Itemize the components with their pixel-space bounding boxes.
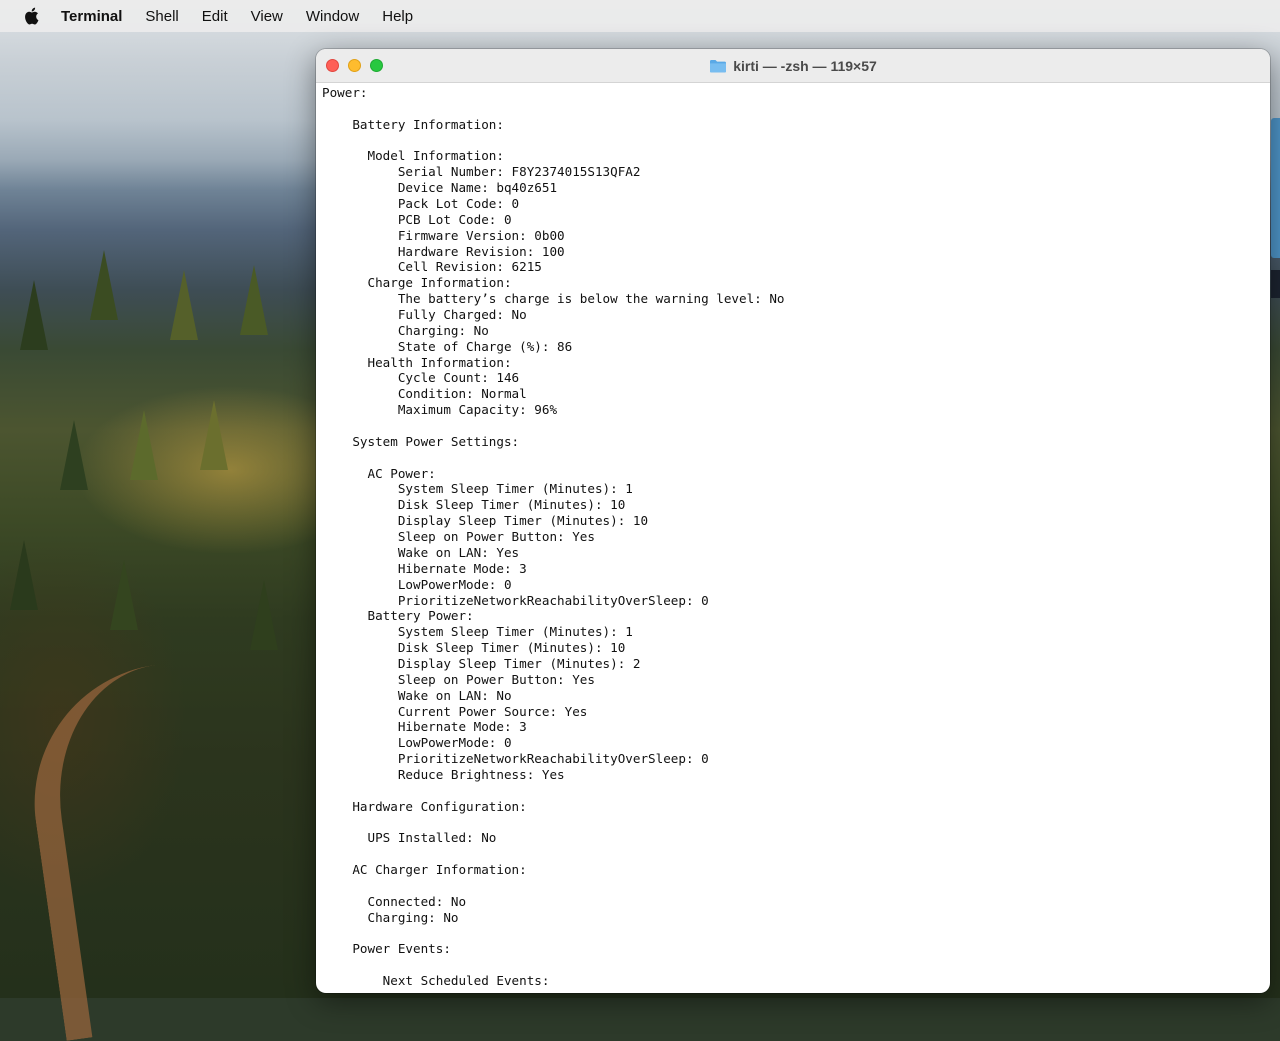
terminal-line: LowPowerMode: 0 xyxy=(322,735,512,751)
menu-view[interactable]: View xyxy=(251,8,283,25)
terminal-line: Hibernate Mode: 3 xyxy=(322,560,527,576)
terminal-line: Power Events: xyxy=(322,941,451,957)
menu-window[interactable]: Window xyxy=(306,8,359,25)
terminal-line: Charge Information: xyxy=(322,275,512,291)
terminal-line: Power: xyxy=(322,85,368,100)
terminal-line: Model Information: xyxy=(322,148,504,164)
wallpaper-tree xyxy=(130,410,158,480)
terminal-line: Firmware Version: 0b00 xyxy=(322,227,565,243)
terminal-window[interactable]: kirti — -zsh — 119×57 Power: Battery Inf… xyxy=(316,49,1270,993)
wallpaper-tree xyxy=(240,265,268,335)
terminal-line: AC Charger Information: xyxy=(322,862,527,878)
terminal-line: Hibernate Mode: 3 xyxy=(322,719,527,735)
terminal-line: Display Sleep Timer (Minutes): 2 xyxy=(322,655,641,671)
wallpaper-tree xyxy=(60,420,88,490)
background-window-edge[interactable] xyxy=(1271,118,1280,258)
wallpaper-tree xyxy=(170,270,198,340)
menu-edit[interactable]: Edit xyxy=(202,8,228,25)
terminal-line: System Sleep Timer (Minutes): 1 xyxy=(322,624,633,640)
terminal-line: System Power Settings: xyxy=(322,433,520,449)
folder-icon xyxy=(709,59,727,73)
terminal-output[interactable]: Power: Battery Information: Model Inform… xyxy=(316,83,1270,989)
terminal-line: Maximum Capacity: 96% xyxy=(322,402,558,418)
terminal-line: Serial Number: F8Y2374015S13QFA2 xyxy=(322,164,641,180)
terminal-line: State of Charge (%): 86 xyxy=(322,338,573,354)
terminal-line: Disk Sleep Timer (Minutes): 10 xyxy=(322,497,626,513)
menu-help[interactable]: Help xyxy=(382,8,413,25)
background-window-edge[interactable] xyxy=(1271,270,1280,298)
terminal-line: PrioritizeNetworkReachabilityOverSleep: … xyxy=(322,592,709,608)
window-titlebar[interactable]: kirti — -zsh — 119×57 xyxy=(316,49,1270,83)
terminal-line: PCB Lot Code: 0 xyxy=(322,211,512,227)
terminal-line: Battery Power: xyxy=(322,608,474,624)
wallpaper-tree xyxy=(200,400,228,470)
terminal-line: System Sleep Timer (Minutes): 1 xyxy=(322,481,633,497)
menu-bar: Terminal Shell Edit View Window Help xyxy=(0,0,1280,32)
terminal-line: Device Name: bq40z651 xyxy=(322,180,558,196)
terminal-line: Battery Information: xyxy=(322,116,504,132)
menu-app-terminal[interactable]: Terminal xyxy=(61,8,122,25)
terminal-line: The battery’s charge is below the warnin… xyxy=(322,291,785,307)
terminal-line: Hardware Revision: 100 xyxy=(322,243,565,259)
menu-shell[interactable]: Shell xyxy=(145,8,178,25)
terminal-line: Cell Revision: 6215 xyxy=(322,259,542,275)
terminal-line: Current Power Source: Yes xyxy=(322,703,588,719)
terminal-line: Display Sleep Timer (Minutes): 10 xyxy=(322,513,649,529)
apple-logo-icon[interactable] xyxy=(14,7,48,25)
terminal-line: Next Scheduled Events: xyxy=(322,973,550,989)
terminal-line: AC Power: xyxy=(322,465,436,481)
terminal-line: Condition: Normal xyxy=(322,386,527,402)
terminal-line: Disk Sleep Timer (Minutes): 10 xyxy=(322,640,626,656)
wallpaper-tree xyxy=(110,560,138,630)
terminal-line: Health Information: xyxy=(322,354,512,370)
wallpaper-tree xyxy=(90,250,118,320)
terminal-line: PrioritizeNetworkReachabilityOverSleep: … xyxy=(322,751,709,767)
terminal-line: Wake on LAN: No xyxy=(322,687,512,703)
wallpaper-tree xyxy=(250,580,278,650)
terminal-line: Pack Lot Code: 0 xyxy=(322,196,520,212)
traffic-lights xyxy=(326,59,383,72)
minimize-button[interactable] xyxy=(348,59,361,72)
terminal-line: Cycle Count: 146 xyxy=(322,370,520,386)
window-title-group: kirti — -zsh — 119×57 xyxy=(709,58,877,74)
close-button[interactable] xyxy=(326,59,339,72)
terminal-line: Charging: No xyxy=(322,909,459,925)
terminal-line: Sleep on Power Button: Yes xyxy=(322,671,595,687)
window-title: kirti — -zsh — 119×57 xyxy=(733,57,877,74)
wallpaper-tree xyxy=(20,280,48,350)
terminal-line: Hardware Configuration: xyxy=(322,798,527,814)
terminal-line: UPS Installed: No xyxy=(322,830,497,846)
terminal-line: Reduce Brightness: Yes xyxy=(322,766,565,782)
terminal-line: Wake on LAN: Yes xyxy=(322,544,520,560)
terminal-line: Sleep on Power Button: Yes xyxy=(322,529,595,545)
terminal-line: Connected: No xyxy=(322,893,467,909)
terminal-line: LowPowerMode: 0 xyxy=(322,576,512,592)
terminal-line: Charging: No xyxy=(322,322,489,338)
terminal-line: Fully Charged: No xyxy=(322,307,527,323)
zoom-button[interactable] xyxy=(370,59,383,72)
wallpaper-tree xyxy=(10,540,38,610)
